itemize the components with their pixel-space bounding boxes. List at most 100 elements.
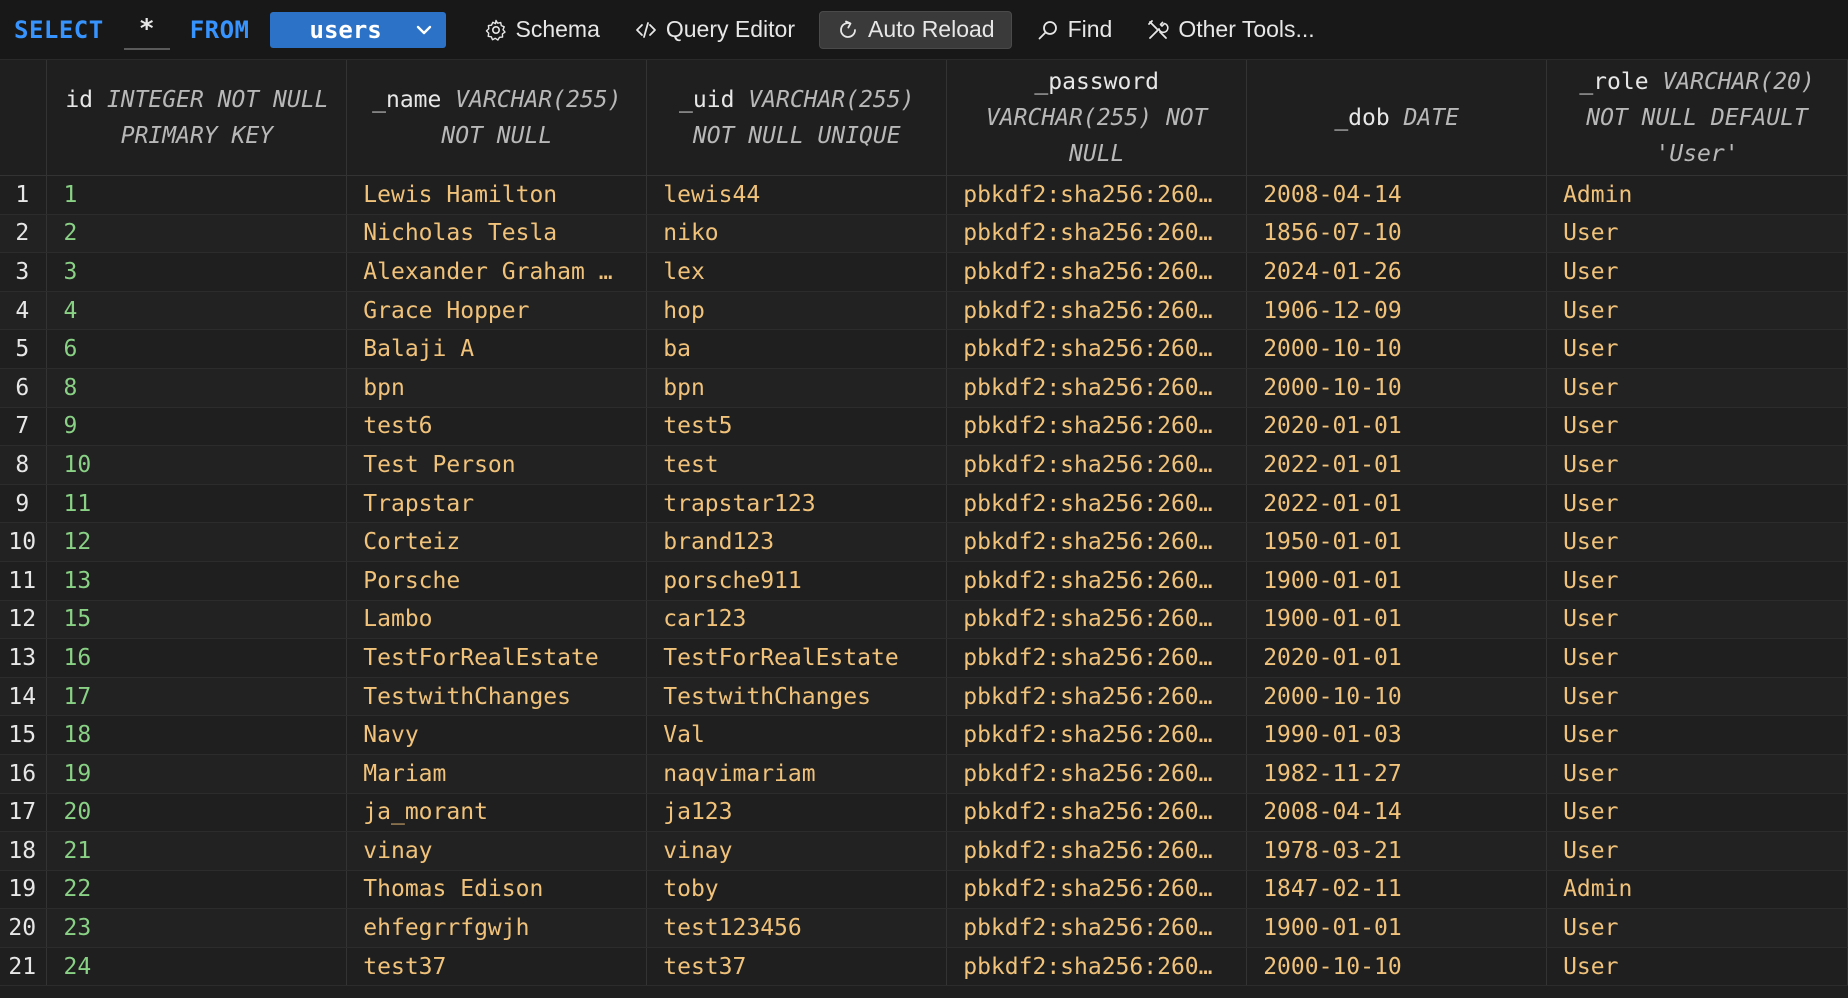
cell-id[interactable]: 13 <box>46 561 348 601</box>
cell-dob[interactable]: 2024-01-26 <box>1246 252 1548 292</box>
cell-name[interactable]: Test Person <box>346 445 648 485</box>
cell-uid[interactable]: porsche911 <box>646 561 948 601</box>
cell-name[interactable]: Navy <box>346 715 648 755</box>
cell-name[interactable]: TestwithChanges <box>346 677 648 717</box>
table-row[interactable]: 3 3 Alexander Graham … lex pbkdf2:sha256:260… <box>0 252 1848 292</box>
table-row[interactable]: 1 1 Lewis Hamilton lewis44 pbkdf2:sha256:260… <box>0 175 1848 215</box>
cell-password[interactable]: pbkdf2:sha256:260… <box>946 484 1248 524</box>
cell-name[interactable]: ehfegrrfgwjh <box>346 908 648 948</box>
column-header-name[interactable]: _name VARCHAR(255) NOT NULL <box>346 60 648 176</box>
cell-dob[interactable]: 2020-01-01 <box>1246 638 1548 678</box>
query-editor-button[interactable]: Query Editor <box>624 11 805 49</box>
other-tools-button[interactable]: Other Tools... <box>1136 11 1324 49</box>
cell-uid[interactable]: test5 <box>646 407 948 447</box>
cell-id[interactable]: 9 <box>46 407 348 447</box>
cell-id[interactable]: 11 <box>46 484 348 524</box>
cell-password[interactable]: pbkdf2:sha256:260… <box>946 329 1248 369</box>
cell-role[interactable]: User <box>1546 291 1848 331</box>
cell-name[interactable]: vinay <box>346 831 648 871</box>
cell-password[interactable]: pbkdf2:sha256:260… <box>946 175 1248 215</box>
cell-role[interactable]: User <box>1546 522 1848 562</box>
cell-dob[interactable]: 1900-01-01 <box>1246 600 1548 640</box>
table-row[interactable]: 6 8 bpn bpn pbkdf2:sha256:260… 2000-10-10 User <box>0 368 1848 408</box>
cell-name[interactable]: Nicholas Tesla <box>346 214 648 254</box>
cell-role[interactable]: User <box>1546 445 1848 485</box>
cell-password[interactable]: pbkdf2:sha256:260… <box>946 638 1248 678</box>
cell-name[interactable]: Lewis Hamilton <box>346 175 648 215</box>
table-row[interactable]: 8 10 Test Person test pbkdf2:sha256:260… 2022… <box>0 445 1848 485</box>
cell-dob[interactable]: 2000-10-10 <box>1246 329 1548 369</box>
table-row[interactable]: 18 21 vinay vinay pbkdf2:sha256:260… 1978-03-… <box>0 831 1848 871</box>
cell-name[interactable]: Mariam <box>346 754 648 794</box>
cell-name[interactable]: bpn <box>346 368 648 408</box>
cell-id[interactable]: 24 <box>46 947 348 987</box>
cell-uid[interactable]: Val <box>646 715 948 755</box>
cell-dob[interactable]: 1950-01-01 <box>1246 522 1548 562</box>
cell-dob[interactable]: 2022-01-01 <box>1246 484 1548 524</box>
cell-name[interactable]: Lambo <box>346 600 648 640</box>
cell-password[interactable]: pbkdf2:sha256:260… <box>946 793 1248 833</box>
cell-dob[interactable]: 1856-07-10 <box>1246 214 1548 254</box>
cell-id[interactable]: 12 <box>46 522 348 562</box>
cell-id[interactable]: 15 <box>46 600 348 640</box>
cell-id[interactable]: 16 <box>46 638 348 678</box>
cell-uid[interactable]: TestForRealEstate <box>646 638 948 678</box>
table-row[interactable]: 10 12 Corteiz brand123 pbkdf2:sha256:260… 195… <box>0 522 1848 562</box>
cell-name[interactable]: Grace Hopper <box>346 291 648 331</box>
cell-uid[interactable]: bpn <box>646 368 948 408</box>
cell-id[interactable]: 18 <box>46 715 348 755</box>
column-header-uid[interactable]: _uid VARCHAR(255) NOT NULL UNIQUE <box>646 60 948 176</box>
table-row[interactable]: 11 13 Porsche porsche911 pbkdf2:sha256:260… 1… <box>0 561 1848 601</box>
table-row[interactable]: 19 22 Thomas Edison toby pbkdf2:sha256:260… 1… <box>0 870 1848 910</box>
table-row[interactable]: 7 9 test6 test5 pbkdf2:sha256:260… 2020-01-01… <box>0 407 1848 447</box>
cell-dob[interactable]: 1900-01-01 <box>1246 908 1548 948</box>
cell-id[interactable]: 22 <box>46 870 348 910</box>
cell-uid[interactable]: car123 <box>646 600 948 640</box>
cell-name[interactable]: test6 <box>346 407 648 447</box>
cell-password[interactable]: pbkdf2:sha256:260… <box>946 445 1248 485</box>
cell-password[interactable]: pbkdf2:sha256:260… <box>946 715 1248 755</box>
cell-name[interactable]: TestForRealEstate <box>346 638 648 678</box>
cell-password[interactable]: pbkdf2:sha256:260… <box>946 291 1248 331</box>
cell-name[interactable]: Porsche <box>346 561 648 601</box>
cell-uid[interactable]: lewis44 <box>646 175 948 215</box>
cell-role[interactable]: User <box>1546 252 1848 292</box>
cell-dob[interactable]: 2022-01-01 <box>1246 445 1548 485</box>
cell-role[interactable]: User <box>1546 638 1848 678</box>
cell-role[interactable]: User <box>1546 793 1848 833</box>
cell-id[interactable]: 19 <box>46 754 348 794</box>
cell-uid[interactable]: test37 <box>646 947 948 987</box>
cell-uid[interactable]: naqvimariam <box>646 754 948 794</box>
cell-dob[interactable]: 2008-04-14 <box>1246 793 1548 833</box>
table-row[interactable]: 2 2 Nicholas Tesla niko pbkdf2:sha256:260… 18… <box>0 214 1848 254</box>
cell-uid[interactable]: ba <box>646 329 948 369</box>
cell-uid[interactable]: vinay <box>646 831 948 871</box>
cell-id[interactable]: 23 <box>46 908 348 948</box>
cell-password[interactable]: pbkdf2:sha256:260… <box>946 754 1248 794</box>
cell-role[interactable]: User <box>1546 407 1848 447</box>
find-button[interactable]: Find <box>1026 11 1123 49</box>
cell-role[interactable]: Admin <box>1546 870 1848 910</box>
cell-role[interactable]: User <box>1546 715 1848 755</box>
cell-role[interactable]: User <box>1546 677 1848 717</box>
cell-dob[interactable]: 2000-10-10 <box>1246 947 1548 987</box>
cell-dob[interactable]: 2000-10-10 <box>1246 677 1548 717</box>
auto-reload-button[interactable]: Auto Reload <box>818 10 1012 49</box>
cell-id[interactable]: 8 <box>46 368 348 408</box>
cell-dob[interactable]: 1847-02-11 <box>1246 870 1548 910</box>
cell-dob[interactable]: 1900-01-01 <box>1246 561 1548 601</box>
cell-uid[interactable]: ja123 <box>646 793 948 833</box>
column-header-id[interactable]: id INTEGER NOT NULL PRIMARY KEY <box>46 60 348 176</box>
cell-id[interactable]: 6 <box>46 329 348 369</box>
cell-uid[interactable]: hop <box>646 291 948 331</box>
table-row[interactable]: 15 18 Navy Val pbkdf2:sha256:260… 1990-01-03 U… <box>0 715 1848 755</box>
table-row[interactable]: 21 24 test37 test37 pbkdf2:sha256:260… 2000-1… <box>0 947 1848 987</box>
cell-name[interactable]: Trapstar <box>346 484 648 524</box>
cell-password[interactable]: pbkdf2:sha256:260… <box>946 870 1248 910</box>
table-row[interactable]: 20 23 ehfegrrfgwjh test123456 pbkdf2:sha256:… <box>0 908 1848 948</box>
cell-role[interactable]: User <box>1546 600 1848 640</box>
cell-password[interactable]: pbkdf2:sha256:260… <box>946 252 1248 292</box>
cell-password[interactable]: pbkdf2:sha256:260… <box>946 407 1248 447</box>
cell-id[interactable]: 1 <box>46 175 348 215</box>
cell-uid[interactable]: lex <box>646 252 948 292</box>
